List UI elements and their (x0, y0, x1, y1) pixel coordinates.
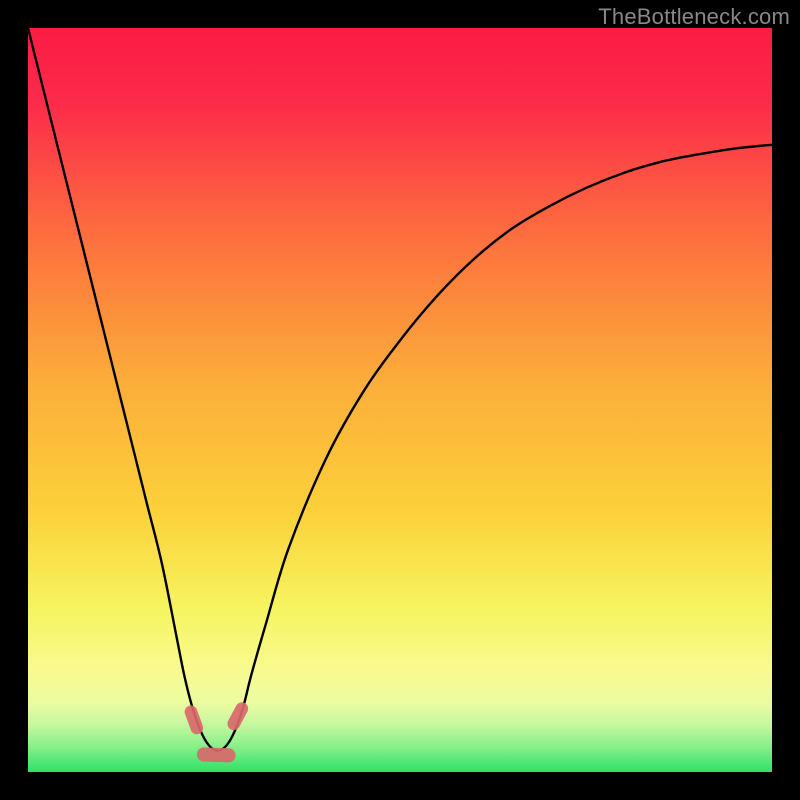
watermark-text: TheBottleneck.com (598, 4, 790, 30)
bottom-red-marker (197, 747, 236, 762)
chart-svg (28, 28, 772, 772)
plot-area (28, 28, 772, 772)
gradient-background (28, 28, 772, 772)
chart-frame: TheBottleneck.com (0, 0, 800, 800)
